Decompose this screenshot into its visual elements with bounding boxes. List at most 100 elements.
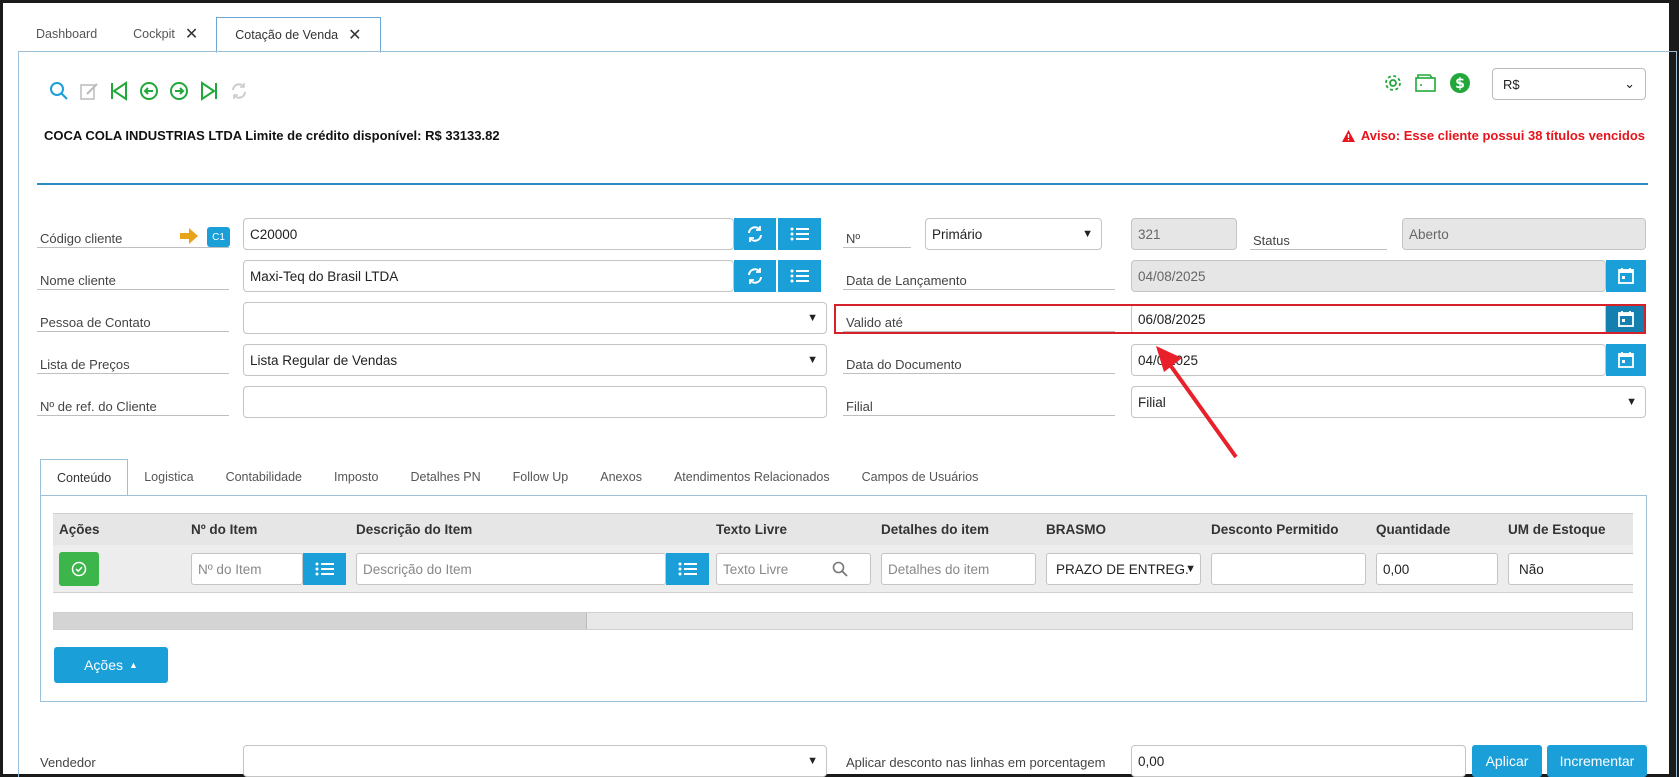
calendar-button[interactable]	[1606, 344, 1646, 376]
codigo-cliente-input[interactable]: C20000	[243, 218, 734, 250]
data-lancamento-label: Data de Lançamento	[843, 264, 1115, 290]
discount-percentage-input[interactable]: 0,00	[1131, 745, 1466, 777]
wallet-icon[interactable]	[1415, 74, 1437, 92]
tab-bar: Dashboard Cockpit ✕ Cotação de Venda ✕	[18, 17, 381, 53]
sync-icon	[748, 268, 762, 284]
column-header: Detalhes do item	[881, 522, 990, 537]
next-record-icon[interactable]	[168, 80, 190, 102]
brasmo-select[interactable]: PRAZO DE ENTREG. ▼	[1046, 553, 1201, 585]
tab-cockpit[interactable]: Cockpit ✕	[115, 17, 216, 52]
tab-label: Cockpit	[133, 27, 175, 41]
tab-cotacao-de-venda[interactable]: Cotação de Venda ✕	[216, 17, 381, 53]
column-header: BRASMO	[1046, 522, 1106, 537]
pessoa-contato-select[interactable]: ▼	[243, 302, 827, 334]
vendedor-label: Vendedor	[40, 755, 96, 770]
scrollbar-thumb[interactable]	[54, 613, 587, 629]
header-actions: $	[1383, 72, 1471, 94]
tab-detalhes-pn[interactable]: Detalhes PN	[394, 459, 496, 496]
detail-tab-bar: Conteúdo Logistica Contabilidade Imposto…	[40, 459, 994, 496]
arrow-right-icon[interactable]	[180, 228, 198, 244]
previous-record-icon[interactable]	[138, 80, 160, 102]
codigo-cliente-label: Código cliente	[37, 222, 229, 248]
status-label: Status	[1250, 224, 1387, 250]
sync-button[interactable]	[734, 260, 776, 292]
company-credit-info: COCA COLA INDUSTRIAS LTDA Limite de créd…	[44, 128, 500, 143]
ref-cliente-input[interactable]	[243, 386, 827, 418]
tab-anexos[interactable]: Anexos	[584, 459, 658, 496]
data-lancamento-input: 04/08/2025	[1131, 260, 1606, 292]
item-details-input[interactable]: Detalhes do item	[881, 553, 1036, 585]
svg-text:$: $	[1455, 76, 1465, 92]
table-row: Nº do Item Descrição do Item Texto Livre…	[53, 545, 1633, 593]
lista-precos-label: Lista de Preços	[37, 348, 229, 374]
item-number-input[interactable]: Nº do Item	[191, 553, 303, 585]
confirm-row-button[interactable]	[59, 552, 99, 586]
sync-button[interactable]	[734, 218, 776, 250]
record-toolbar	[48, 80, 250, 102]
apply-button[interactable]: Aplicar	[1472, 745, 1542, 777]
tab-campos-de-usuarios[interactable]: Campos de Usuários	[846, 459, 995, 496]
chevron-down-icon: ▼	[1185, 563, 1196, 575]
calendar-button[interactable]	[1606, 260, 1646, 292]
edit-icon[interactable]	[78, 80, 100, 102]
list-button[interactable]	[778, 260, 821, 292]
warning-icon	[1341, 129, 1355, 142]
description-list-button[interactable]	[666, 553, 709, 585]
numero-input: 321	[1131, 218, 1237, 250]
column-header: Ações	[59, 522, 100, 537]
numero-serie-select[interactable]: Primário ▼	[925, 218, 1102, 250]
free-text-input[interactable]: Texto Livre	[716, 553, 871, 585]
tab-contabilidade[interactable]: Contabilidade	[210, 459, 318, 496]
chevron-down-icon: ▼	[807, 312, 818, 324]
tab-atendimentos-relacionados[interactable]: Atendimentos Relacionados	[658, 459, 846, 496]
tab-logistica[interactable]: Logistica	[128, 459, 209, 496]
vendedor-select[interactable]: ▼	[243, 745, 827, 777]
discount-percentage-label: Aplicar desconto nas linhas em porcentag…	[846, 755, 1106, 770]
lista-precos-select[interactable]: Lista Regular de Vendas ▼	[243, 344, 827, 376]
chevron-down-icon: ▼	[1082, 228, 1093, 240]
pessoa-contato-label: Pessoa de Contato	[37, 306, 229, 332]
list-icon	[315, 562, 334, 576]
item-list-button[interactable]	[303, 553, 346, 585]
free-text-placeholder: Texto Livre	[723, 561, 789, 577]
column-header: Desconto Permitido	[1211, 522, 1339, 537]
currency-select[interactable]: R$ ⌄	[1492, 68, 1646, 100]
currency-value: R$	[1503, 76, 1520, 92]
tab-dashboard[interactable]: Dashboard	[18, 17, 115, 52]
sync-icon	[748, 226, 762, 242]
discount-input[interactable]	[1211, 553, 1366, 585]
increment-button[interactable]: Incrementar	[1547, 745, 1647, 777]
header-divider	[37, 183, 1648, 185]
column-header: UM de Estoque	[1508, 522, 1606, 537]
client-code-badge[interactable]: C1	[207, 227, 230, 247]
numero-serie-value: Primário	[932, 226, 983, 242]
numero-label: Nº	[843, 222, 911, 248]
first-record-icon[interactable]	[108, 80, 130, 102]
list-icon	[678, 562, 697, 576]
calendar-icon	[1618, 352, 1634, 368]
caret-up-icon: ▲	[129, 660, 138, 670]
close-icon[interactable]: ✕	[348, 18, 361, 53]
item-description-input[interactable]: Descrição do Item	[356, 553, 666, 585]
list-icon	[790, 269, 809, 283]
nome-cliente-input[interactable]: Maxi-Teq do Brasil LTDA	[243, 260, 734, 292]
close-icon[interactable]: ✕	[185, 17, 198, 52]
check-circle-icon	[71, 561, 87, 577]
stock-unit-select[interactable]: Não	[1508, 553, 1633, 585]
search-icon[interactable]	[48, 80, 70, 102]
quantity-input[interactable]: 0,00	[1376, 553, 1498, 585]
gear-icon[interactable]	[1383, 73, 1403, 93]
annotation-arrow-icon	[1156, 346, 1238, 459]
tab-imposto[interactable]: Imposto	[318, 459, 394, 496]
list-button[interactable]	[778, 218, 821, 250]
chevron-down-icon: ⌄	[1624, 76, 1635, 91]
grid-horizontal-scrollbar[interactable]	[53, 612, 1633, 630]
dollar-icon[interactable]: $	[1449, 72, 1471, 94]
search-icon[interactable]	[832, 561, 848, 577]
last-record-icon[interactable]	[198, 80, 220, 102]
items-grid-header: Ações Nº do Item Descrição do Item Texto…	[53, 513, 1633, 545]
tab-follow-up[interactable]: Follow Up	[497, 459, 585, 496]
actions-button[interactable]: Ações ▲	[54, 647, 168, 683]
tab-conteudo[interactable]: Conteúdo	[40, 459, 129, 496]
refresh-icon[interactable]	[228, 80, 250, 102]
